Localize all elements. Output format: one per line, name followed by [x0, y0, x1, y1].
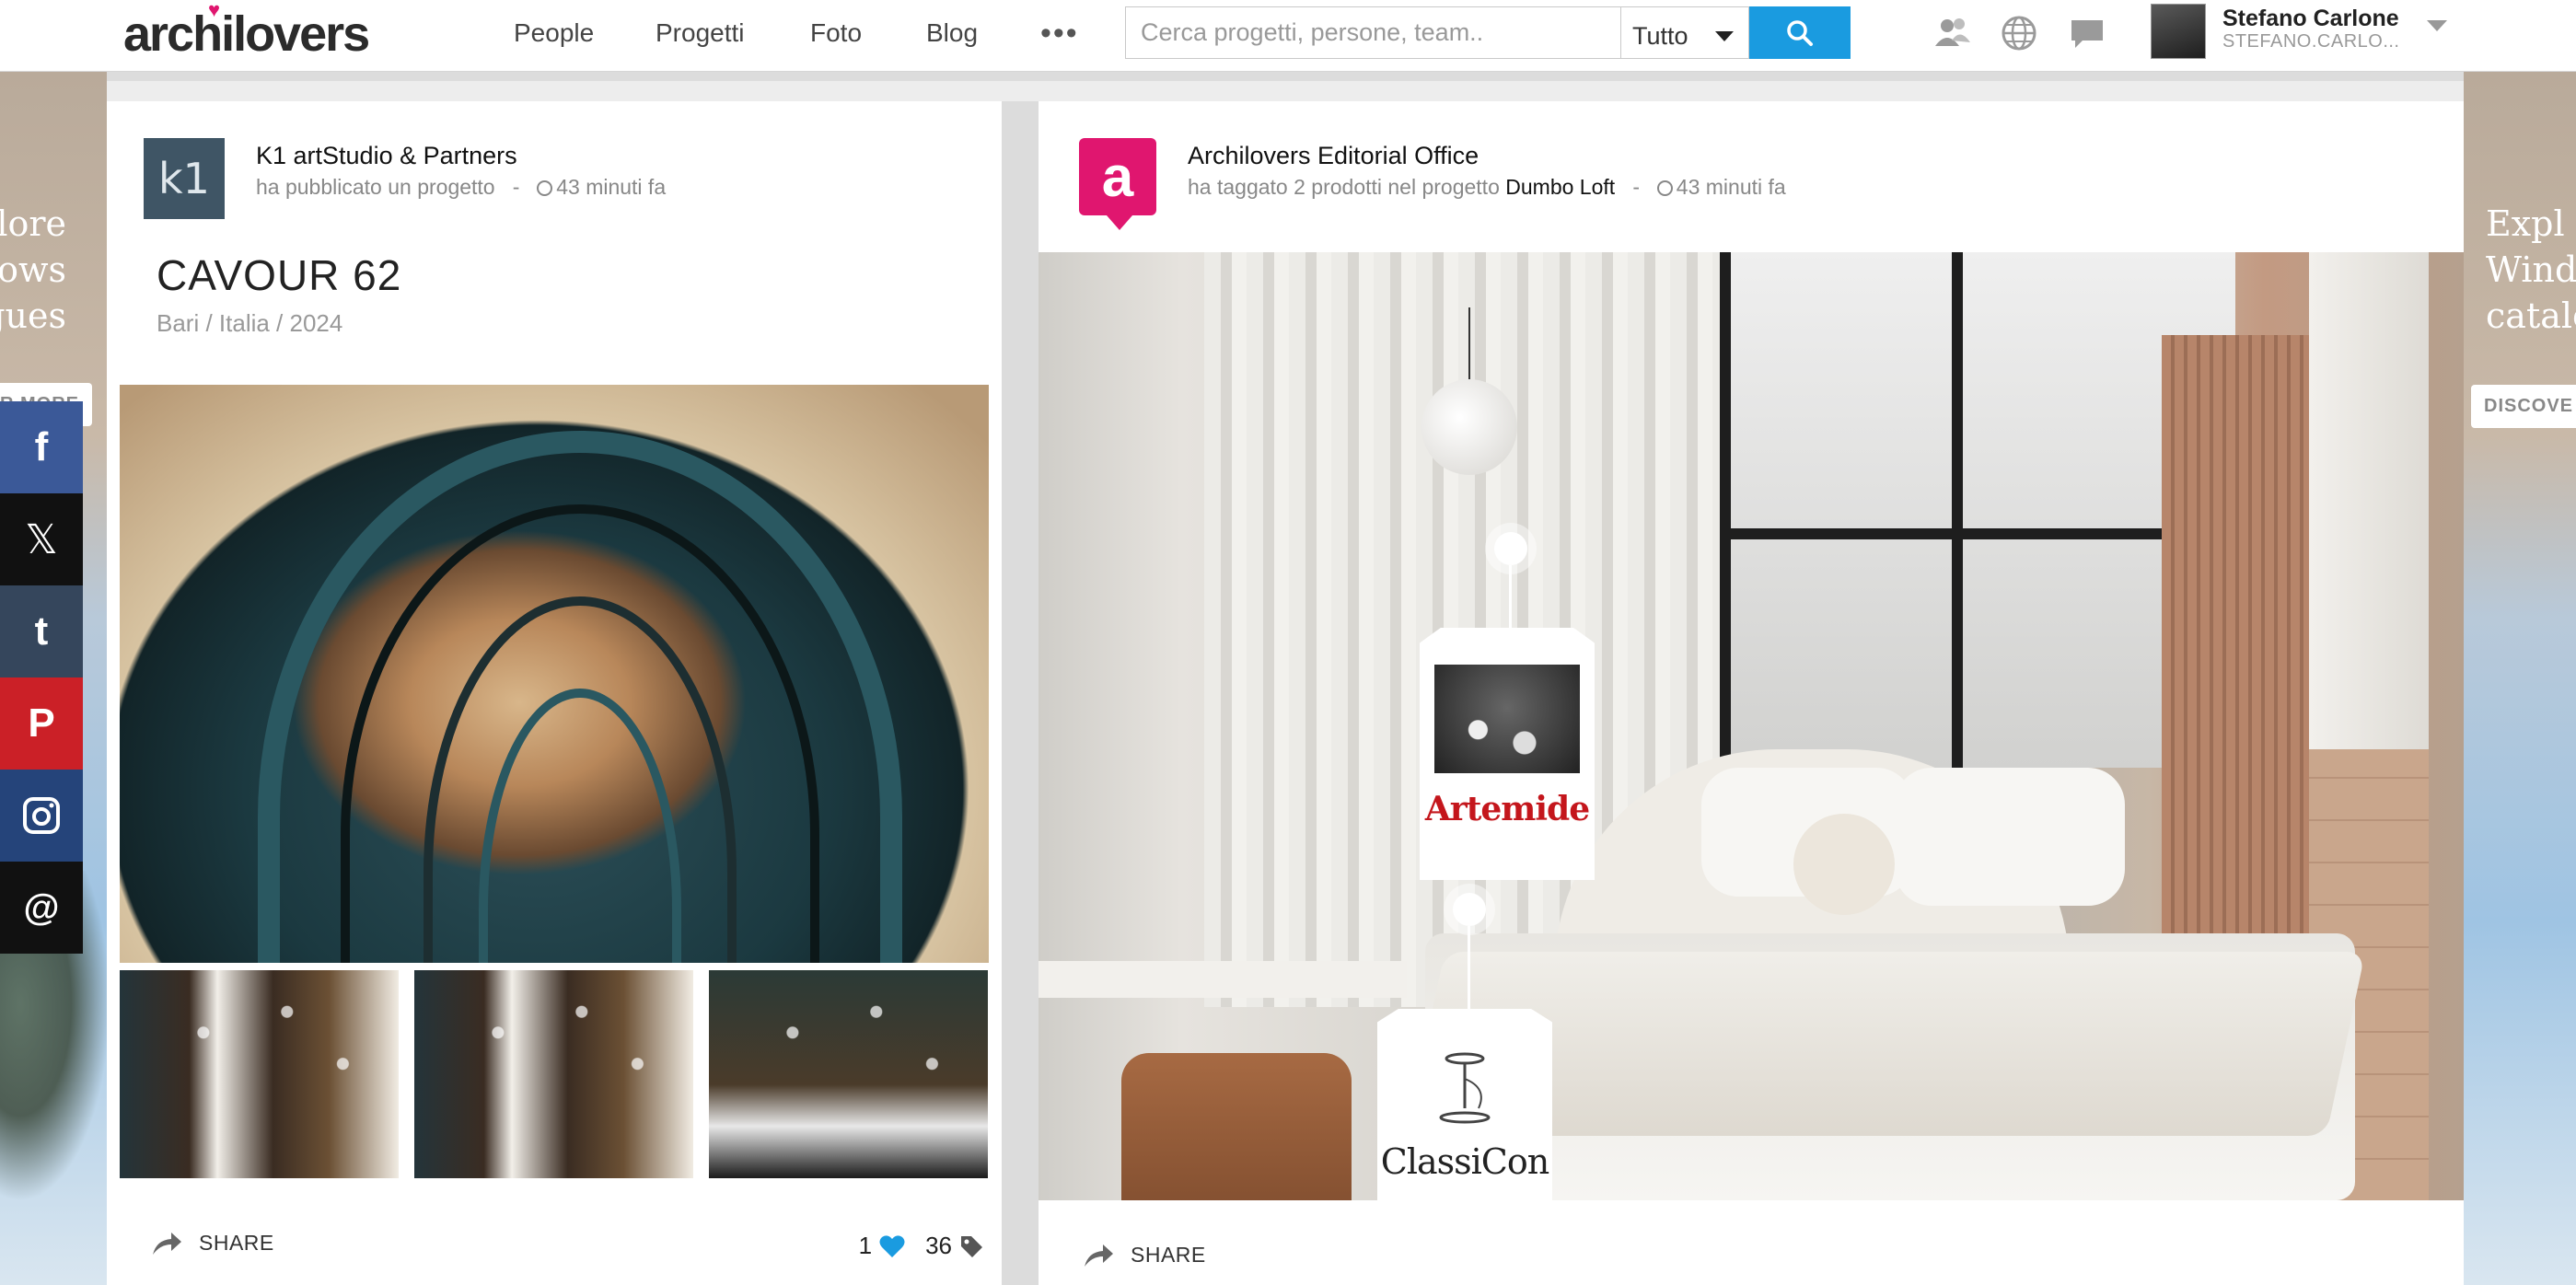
product-thumbnail [1434, 665, 1580, 773]
ad-text-line: Expl [2486, 203, 2565, 244]
ad-text-line: ogues [0, 295, 66, 336]
people-icon[interactable] [1933, 15, 1972, 52]
post-action: ha taggato 2 prodotti nel progetto [1188, 175, 1500, 199]
pinterest-share-button[interactable]: P [0, 677, 83, 770]
product-tag-marker[interactable] [1494, 532, 1527, 565]
nav-foto[interactable]: Foto [810, 0, 862, 66]
project-location: Bari / Italia / 2024 [157, 309, 343, 337]
feed-post-card: k1 K1 artStudio & Partners ha pubblicato… [107, 101, 1002, 1285]
search-icon [1787, 19, 1813, 46]
left-ad-text: lore lows ogues [0, 201, 66, 339]
tumblr-share-button[interactable]: t [0, 585, 83, 677]
x-icon: 𝕏 [25, 516, 58, 562]
post-meta: ha pubblicato un progetto - 43 minuti fa [256, 175, 666, 200]
search-input[interactable] [1125, 6, 1622, 59]
feed-top-strip [107, 81, 2464, 101]
window-shape [1720, 252, 2246, 768]
ad-text-line: Wind [2486, 249, 2576, 290]
clock-icon [537, 180, 553, 196]
pillow-shape [1895, 768, 2125, 906]
user-handle: STEFANO.CARLO... [2222, 31, 2400, 52]
pendant-cord-shape [1468, 307, 1470, 381]
product-tag-card-artemide[interactable]: Artemide [1420, 628, 1595, 880]
globe-icon[interactable] [2000, 15, 2038, 52]
ad-text-line: catalo [2486, 295, 2576, 336]
post-footer: SHARE 1 36 [107, 1200, 1002, 1285]
project-thumbnail[interactable] [709, 970, 988, 1178]
threads-icon: @ [23, 886, 60, 928]
desk-shape [1039, 961, 1407, 998]
pillow-shape [1793, 814, 1895, 915]
instagram-icon [23, 797, 60, 834]
nav-progetti[interactable]: Progetti [656, 0, 745, 66]
pendant-lamp-shape [1421, 379, 1517, 475]
tagged-project-link[interactable]: Dumbo Loft [1505, 175, 1615, 199]
tumblr-icon: t [34, 608, 49, 654]
right-ad-button[interactable]: DISCOVE [2471, 385, 2576, 428]
right-ad-text: Expl Wind catalo [2486, 201, 2576, 339]
nav-more-menu[interactable]: ••• [1040, 0, 1079, 66]
right-ad-banner[interactable]: Expl Wind catalo DISCOVE [2464, 72, 2576, 1285]
tag-icon[interactable] [959, 1234, 983, 1258]
threads-share-button[interactable]: @ [0, 862, 83, 954]
tags-count: 36 [925, 1232, 952, 1259]
product-tag-card-classicon[interactable]: ClassiCon [1377, 1009, 1552, 1230]
chevron-down-icon [1715, 31, 1734, 41]
chat-icon[interactable] [2068, 15, 2106, 52]
share-arrow-icon[interactable] [151, 1229, 182, 1256]
pinterest-icon: P [28, 700, 55, 746]
post-time: 43 minuti fa [1676, 175, 1786, 199]
search-filter-select[interactable]: Tutto [1620, 6, 1749, 59]
project-thumbnail[interactable] [120, 970, 399, 1178]
nav-blog[interactable]: Blog [926, 0, 978, 66]
brand-logo-artemide: Artemide [1424, 790, 1590, 828]
facebook-icon: f [34, 424, 49, 469]
ad-text-line: lows [0, 249, 66, 290]
author-name[interactable]: Archilovers Editorial Office [1188, 142, 1479, 170]
post-counters: 1 36 [859, 1232, 983, 1260]
x-share-button[interactable]: 𝕏 [0, 493, 83, 585]
clock-icon [1656, 180, 1673, 196]
tag-connector [1468, 926, 1470, 1009]
facebook-share-button[interactable]: f [0, 401, 83, 493]
post-meta: ha taggato 2 prodotti nel progetto Dumbo… [1188, 175, 1786, 200]
author-avatar[interactable]: k1 [144, 138, 225, 219]
ad-text-line: lore [0, 203, 66, 244]
author-avatar[interactable]: a [1079, 138, 1156, 230]
top-navigation-bar: archilovers ♥ People Progetti Foto Blog … [0, 0, 2576, 72]
share-button[interactable]: SHARE [1131, 1243, 1206, 1268]
likes-count: 1 [858, 1232, 873, 1259]
tag-connector [1509, 565, 1512, 628]
post-footer: SHARE [1039, 1224, 2464, 1285]
feed-post-card: a Archilovers Editorial Office ha taggat… [1039, 101, 2464, 1285]
chair-shape [1121, 1053, 1352, 1200]
lamp-logo-icon [1439, 1052, 1491, 1124]
post-action: ha pubblicato un progetto [256, 175, 495, 199]
brand-logo-classicon: ClassiCon [1380, 1141, 1549, 1182]
heart-logo-icon: ♥ [208, 0, 221, 21]
project-main-image[interactable] [1039, 252, 2464, 1200]
meta-separator: - [512, 175, 520, 199]
project-main-image[interactable] [120, 385, 989, 963]
instagram-share-button[interactable] [0, 770, 83, 862]
share-button[interactable]: SHARE [199, 1231, 274, 1256]
search-button[interactable] [1749, 6, 1851, 59]
meta-separator: - [1632, 175, 1641, 199]
nav-people[interactable]: People [514, 0, 594, 66]
search-filter-value: Tutto [1632, 22, 1688, 50]
user-menu-chevron-icon[interactable] [2427, 20, 2447, 31]
heart-icon[interactable] [879, 1234, 905, 1258]
author-name[interactable]: K1 artStudio & Partners [256, 142, 517, 170]
product-tag-marker[interactable] [1453, 893, 1486, 926]
post-time: 43 minuti fa [556, 175, 667, 199]
project-thumbnail[interactable] [414, 970, 693, 1178]
project-title[interactable]: CAVOUR 62 [157, 250, 401, 300]
user-name[interactable]: Stefano Carlone [2222, 6, 2399, 32]
user-avatar[interactable] [2151, 4, 2206, 59]
share-arrow-icon[interactable] [1083, 1241, 1114, 1268]
archilovers-logo[interactable]: archilovers [123, 6, 370, 63]
